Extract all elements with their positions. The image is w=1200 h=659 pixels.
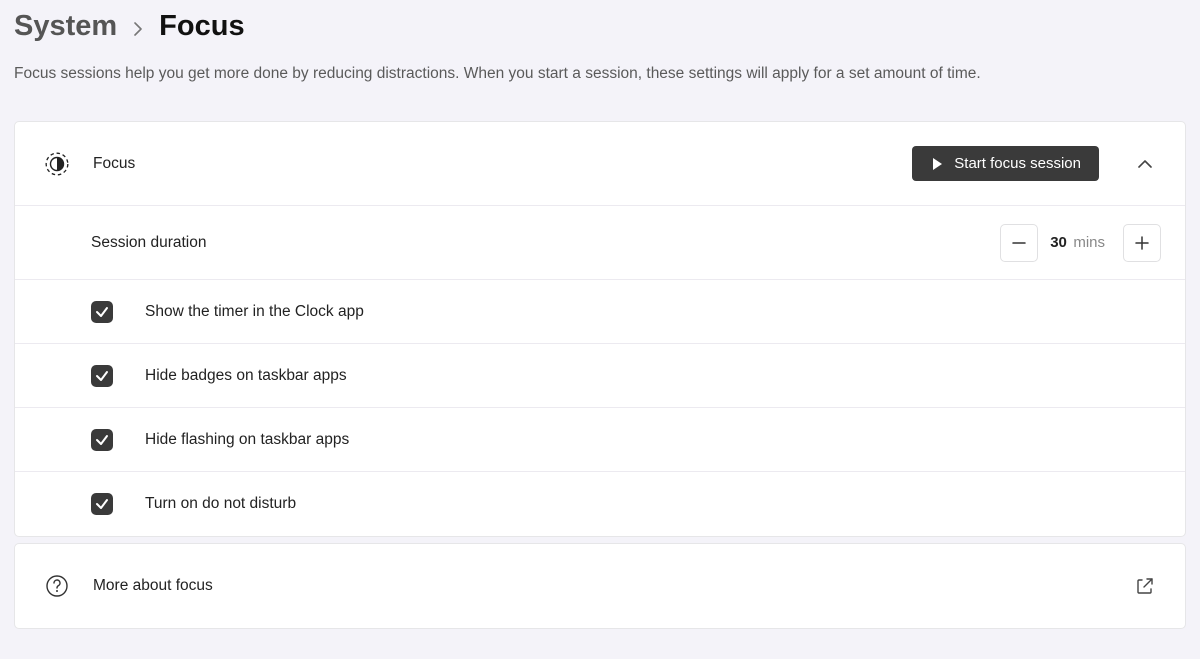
external-link-icon xyxy=(1129,577,1161,595)
hide-flashing-checkbox[interactable] xyxy=(91,429,113,451)
dnd-label: Turn on do not disturb xyxy=(145,495,296,513)
focus-header-row: Focus Start focus session xyxy=(15,122,1185,206)
duration-unit: mins xyxy=(1073,234,1105,251)
duration-stepper: 30 mins xyxy=(1000,224,1161,262)
plus-icon xyxy=(1134,235,1150,251)
help-icon xyxy=(39,574,75,598)
page-description: Focus sessions help you get more done by… xyxy=(14,65,1186,83)
option-hide-flashing-row: Hide flashing on taskbar apps xyxy=(15,408,1185,472)
option-show-timer-row: Show the timer in the Clock app xyxy=(15,280,1185,344)
check-icon xyxy=(95,305,109,319)
more-about-focus-card: More about focus xyxy=(14,543,1186,629)
check-icon xyxy=(95,433,109,447)
decrease-duration-button[interactable] xyxy=(1000,224,1038,262)
breadcrumb-current: Focus xyxy=(159,10,244,43)
play-icon xyxy=(930,157,944,171)
chevron-right-icon xyxy=(133,16,143,42)
focus-icon xyxy=(39,151,75,177)
breadcrumb-parent[interactable]: System xyxy=(14,10,117,43)
dnd-checkbox[interactable] xyxy=(91,493,113,515)
start-button-label: Start focus session xyxy=(954,155,1081,172)
increase-duration-button[interactable] xyxy=(1123,224,1161,262)
check-icon xyxy=(95,369,109,383)
focus-title: Focus xyxy=(93,155,894,173)
start-focus-session-button[interactable]: Start focus session xyxy=(912,146,1099,181)
hide-badges-label: Hide badges on taskbar apps xyxy=(145,367,347,385)
focus-card: Focus Start focus session Session durati… xyxy=(14,121,1186,537)
more-about-focus-label: More about focus xyxy=(93,577,1111,595)
option-dnd-row: Turn on do not disturb xyxy=(15,472,1185,536)
hide-badges-checkbox[interactable] xyxy=(91,365,113,387)
duration-value: 30 xyxy=(1050,234,1067,251)
session-duration-row: Session duration 30 mins xyxy=(15,206,1185,280)
hide-flashing-label: Hide flashing on taskbar apps xyxy=(145,431,349,449)
option-hide-badges-row: Hide badges on taskbar apps xyxy=(15,344,1185,408)
chevron-up-icon xyxy=(1138,159,1152,169)
more-about-focus-row[interactable]: More about focus xyxy=(15,544,1185,628)
check-icon xyxy=(95,497,109,511)
show-timer-checkbox[interactable] xyxy=(91,301,113,323)
show-timer-label: Show the timer in the Clock app xyxy=(145,303,364,321)
breadcrumb: System Focus xyxy=(14,10,1186,43)
minus-icon xyxy=(1011,235,1027,251)
session-duration-label: Session duration xyxy=(91,234,982,252)
collapse-button[interactable] xyxy=(1129,159,1161,169)
